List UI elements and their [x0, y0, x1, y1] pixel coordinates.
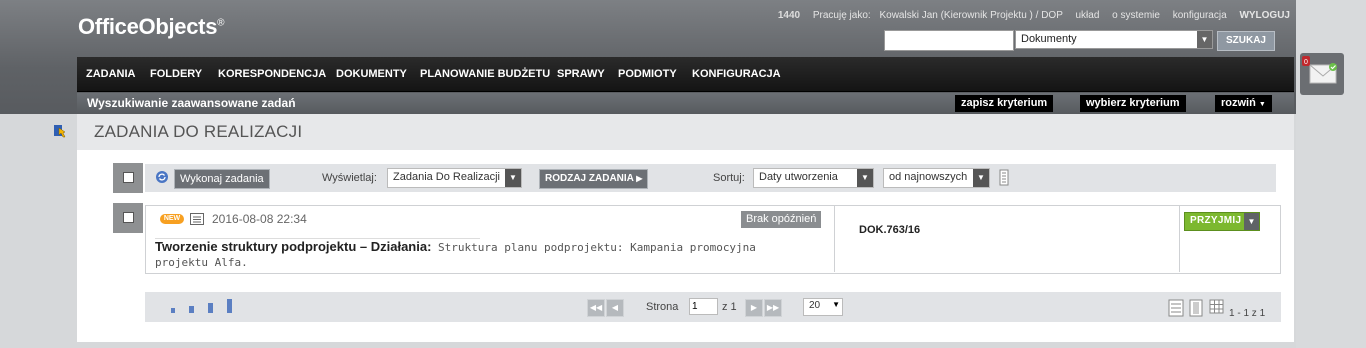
- task-date: 2016-08-08 22:34: [212, 212, 307, 226]
- about-link[interactable]: o systemie: [1112, 10, 1160, 21]
- logout-link[interactable]: WYLOGUJ: [1239, 10, 1290, 21]
- nav-item-planowanie-budzetu[interactable]: PLANOWANIE BUDŻETU: [420, 68, 550, 80]
- column-settings-icon[interactable]: [999, 169, 1009, 186]
- first-page-button[interactable]: ◀◀: [587, 299, 605, 317]
- task-type-label: RODZAJ ZADANIA: [545, 173, 634, 184]
- save-criteria-button[interactable]: zapisz kryterium: [955, 95, 1054, 112]
- expand-button[interactable]: rozwiń ▼: [1215, 95, 1272, 112]
- task-title-text: Tworzenie struktury podprojektu – Działa…: [155, 239, 432, 254]
- sort-by-select[interactable]: Daty utworzenia ▼: [753, 168, 874, 188]
- sort-order-value: od najnowszych: [889, 171, 968, 183]
- accept-label: PRZYJMIJ: [1190, 215, 1242, 226]
- new-badge: NEW: [160, 214, 184, 224]
- chevron-down-icon: ▼: [857, 169, 873, 187]
- page-number-input[interactable]: [689, 298, 718, 315]
- nav-item-korespondencja[interactable]: KORESPONDENCJA: [218, 68, 326, 80]
- page-label: Strona: [646, 301, 679, 313]
- display-label: Wyświetlaj:: [322, 172, 377, 184]
- expand-label: rozwiń: [1221, 97, 1256, 109]
- search-button[interactable]: SZUKAJ: [1217, 31, 1275, 51]
- task-form-icon: [190, 213, 204, 225]
- advanced-search-title[interactable]: Wyszukiwanie zaawansowane zadań: [87, 96, 296, 110]
- row-density-icon[interactable]: [170, 299, 236, 315]
- logo-mark: ®: [217, 17, 225, 29]
- column-divider: [1179, 206, 1180, 272]
- main-nav: ZADANIA FOLDERY KORESPONDENCJA DOKUMENTY…: [77, 57, 1294, 92]
- page-of-label: z 1: [722, 301, 737, 313]
- working-as-label: Pracuję jako:: [812, 10, 871, 21]
- display-select[interactable]: Zadania Do Realizacji ▼: [387, 168, 522, 188]
- nav-item-zadania[interactable]: ZADANIA: [86, 68, 136, 80]
- page-title: ZADANIA DO REALIZACJI: [94, 122, 303, 141]
- choose-criteria-button[interactable]: wybierz kryterium: [1080, 95, 1186, 112]
- chevron-down-icon: ▼: [505, 169, 521, 187]
- task-checkbox[interactable]: [113, 203, 143, 233]
- per-page-select[interactable]: 20 ▼: [803, 298, 843, 316]
- notification-count: 0: [1304, 59, 1308, 66]
- nav-item-sprawy[interactable]: SPRAWY: [557, 68, 605, 80]
- last-page-button[interactable]: ▶▶: [764, 299, 782, 317]
- prev-page-button[interactable]: ◀: [606, 299, 624, 317]
- caret-down-icon: ▼: [1258, 101, 1266, 108]
- accept-button[interactable]: PRZYJMIJ ▼: [1184, 212, 1260, 231]
- current-user-link[interactable]: Kowalski Jan (Kierownik Projektu ) / DOP: [879, 10, 1062, 21]
- document-reference[interactable]: DOK.763/16: [859, 224, 920, 236]
- next-page-button[interactable]: ▶: [745, 299, 763, 317]
- sort-order-select[interactable]: od najnowszych ▼: [883, 168, 990, 188]
- search-scope-select[interactable]: Dokumenty ▼: [1015, 30, 1213, 49]
- logo: OfficeObjects®: [78, 14, 225, 40]
- view-mode-icons[interactable]: [1168, 299, 1226, 317]
- user-bar: 1440 Pracuję jako: Kowalski Jan (Kierown…: [768, 10, 1290, 21]
- mail-icon: 0: [1302, 56, 1337, 84]
- search-scope-value: Dokumenty: [1021, 33, 1077, 45]
- sort-label: Sortuj:: [713, 172, 745, 184]
- search-input[interactable]: [884, 30, 1014, 51]
- delay-status-badge: Brak opóźnień: [741, 211, 822, 228]
- caret-right-icon: ▶: [636, 174, 643, 183]
- nav-item-podmioty[interactable]: PODMIOTY: [618, 68, 677, 80]
- bookmark-icon[interactable]: [53, 124, 67, 138]
- layout-link[interactable]: układ: [1075, 10, 1099, 21]
- pager-summary: 1 - 1 z 1: [1229, 308, 1266, 319]
- task-type-button[interactable]: RODZAJ ZADANIA ▶: [539, 169, 649, 189]
- per-page-value: 20: [809, 300, 821, 311]
- task-toolbar: [145, 164, 1276, 192]
- execute-tasks-button[interactable]: Wykonaj zadania: [174, 169, 270, 189]
- column-divider: [834, 206, 835, 272]
- task-count[interactable]: 1440: [778, 10, 800, 21]
- nav-item-dokumenty[interactable]: DOKUMENTY: [336, 68, 407, 80]
- nav-item-konfiguracja[interactable]: KONFIGURACJA: [692, 68, 781, 80]
- config-link[interactable]: konfiguracja: [1173, 10, 1227, 21]
- display-value: Zadania Do Realizacji: [393, 171, 500, 183]
- chevron-down-icon: ▼: [973, 169, 989, 187]
- caret-down-icon: ▼: [832, 300, 840, 309]
- select-all-checkbox[interactable]: [113, 163, 143, 193]
- nav-item-foldery[interactable]: FOLDERY: [150, 68, 202, 80]
- task-title[interactable]: Tworzenie struktury podprojektu – Działa…: [155, 240, 815, 270]
- sort-by-value: Daty utworzenia: [759, 171, 838, 183]
- logo-text: OfficeObjects: [78, 14, 218, 39]
- refresh-icon[interactable]: [155, 170, 169, 184]
- chevron-down-icon: ▼: [1197, 31, 1212, 48]
- notification-box[interactable]: 0: [1300, 53, 1344, 95]
- chevron-down-icon[interactable]: ▼: [1244, 213, 1259, 230]
